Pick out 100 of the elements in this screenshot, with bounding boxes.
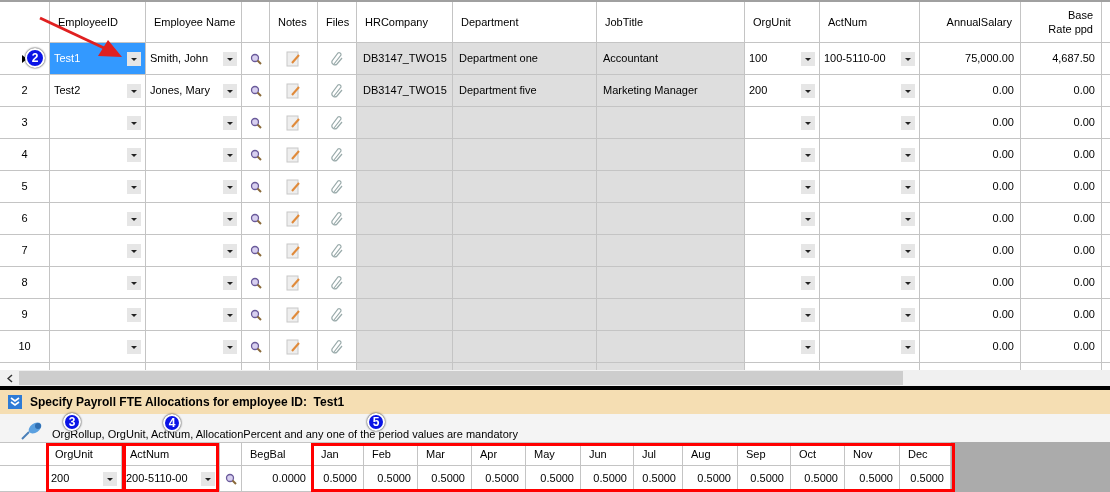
column-header[interactable]: Department: [453, 2, 597, 43]
search-icon[interactable]: [249, 340, 262, 353]
notes-icon[interactable]: [286, 114, 301, 131]
paperclip-icon[interactable]: [330, 242, 344, 259]
column-header[interactable]: Aug: [683, 442, 738, 466]
combo-box[interactable]: Smith, John: [146, 43, 242, 75]
column-header[interactable]: HRCompany: [357, 2, 453, 43]
notes-icon[interactable]: [286, 210, 301, 227]
notes-icon[interactable]: [286, 178, 301, 195]
paperclip-icon[interactable]: [330, 210, 344, 227]
dropdown-icon[interactable]: [223, 275, 237, 290]
column-header[interactable]: Feb: [364, 442, 418, 466]
search-icon[interactable]: [249, 212, 262, 225]
column-header[interactable]: Jul: [634, 442, 683, 466]
dropdown-icon[interactable]: [801, 147, 815, 162]
search-icon[interactable]: [249, 84, 262, 97]
dropdown-icon[interactable]: [223, 211, 237, 226]
notes-icon[interactable]: [286, 146, 301, 163]
column-header[interactable]: Files: [318, 2, 357, 43]
collapse-icon[interactable]: [8, 395, 22, 409]
column-header[interactable]: [220, 442, 242, 466]
combo-box[interactable]: 200: [745, 75, 820, 107]
notes-icon[interactable]: [286, 274, 301, 291]
dropdown-icon[interactable]: [223, 147, 237, 162]
paperclip-icon[interactable]: [330, 306, 344, 323]
dropdown-icon[interactable]: [201, 471, 215, 486]
row-header[interactable]: 3: [0, 107, 50, 139]
dropdown-icon[interactable]: [801, 83, 815, 98]
column-header[interactable]: EmployeeID: [50, 2, 146, 43]
column-header[interactable]: Notes: [270, 2, 318, 43]
dropdown-icon[interactable]: [223, 83, 237, 98]
combo-box[interactable]: Test2: [50, 75, 146, 107]
row-header[interactable]: 8: [0, 267, 50, 299]
dropdown-icon[interactable]: [223, 51, 237, 66]
column-header[interactable]: Jun: [581, 442, 634, 466]
column-header[interactable]: Base Rate ppd: [1021, 2, 1102, 43]
column-header[interactable]: AnnualSalary: [920, 2, 1021, 43]
column-header[interactable]: [0, 442, 47, 466]
dropdown-icon[interactable]: [901, 211, 915, 226]
row-header[interactable]: 9: [0, 299, 50, 331]
paperclip-icon[interactable]: [330, 50, 344, 67]
search-icon[interactable]: [224, 472, 237, 485]
dropdown-icon[interactable]: [801, 211, 815, 226]
row-header[interactable]: 7: [0, 235, 50, 267]
dropdown-icon[interactable]: [223, 339, 237, 354]
dropdown-icon[interactable]: [801, 307, 815, 322]
column-header[interactable]: OrgUnit: [745, 2, 820, 43]
notes-icon[interactable]: [286, 50, 301, 67]
dropdown-icon[interactable]: [127, 243, 141, 258]
paperclip-icon[interactable]: [330, 146, 344, 163]
dropdown-icon[interactable]: [801, 115, 815, 130]
dropdown-icon[interactable]: [127, 147, 141, 162]
dropdown-icon[interactable]: [127, 83, 141, 98]
dropdown-icon[interactable]: [801, 275, 815, 290]
dropdown-icon[interactable]: [801, 179, 815, 194]
column-header[interactable]: May: [526, 442, 581, 466]
dropdown-icon[interactable]: [127, 307, 141, 322]
dropdown-icon[interactable]: [901, 179, 915, 194]
search-icon[interactable]: [249, 276, 262, 289]
row-header[interactable]: 10: [0, 331, 50, 363]
dropdown-icon[interactable]: [223, 307, 237, 322]
dropdown-icon[interactable]: [901, 115, 915, 130]
search-icon[interactable]: [249, 308, 262, 321]
scrollbar-thumb[interactable]: [19, 371, 903, 385]
column-header[interactable]: Employee Name: [146, 2, 242, 43]
column-header[interactable]: Oct: [791, 442, 845, 466]
dropdown-icon[interactable]: [127, 275, 141, 290]
row-header[interactable]: 6: [0, 203, 50, 235]
search-icon[interactable]: [249, 148, 262, 161]
dropdown-icon[interactable]: [801, 51, 815, 66]
dropdown-icon[interactable]: [901, 307, 915, 322]
paperclip-icon[interactable]: [330, 178, 344, 195]
dropdown-icon[interactable]: [901, 339, 915, 354]
column-header[interactable]: Sep: [738, 442, 791, 466]
dropdown-icon[interactable]: [901, 83, 915, 98]
dropdown-icon[interactable]: [901, 51, 915, 66]
column-header[interactable]: Dec: [900, 442, 951, 466]
dropdown-icon[interactable]: [223, 115, 237, 130]
dropdown-icon[interactable]: [901, 147, 915, 162]
scroll-left-icon[interactable]: [7, 373, 13, 383]
paperclip-icon[interactable]: [330, 114, 344, 131]
column-header[interactable]: Nov: [845, 442, 900, 466]
notes-icon[interactable]: [286, 338, 301, 355]
dropdown-icon[interactable]: [127, 179, 141, 194]
row-header[interactable]: 5: [0, 171, 50, 203]
combo-box[interactable]: 100: [745, 43, 820, 75]
column-header[interactable]: BegBal: [242, 442, 313, 466]
dropdown-icon[interactable]: [103, 471, 117, 486]
search-icon[interactable]: [249, 52, 262, 65]
search-icon[interactable]: [249, 244, 262, 257]
combo-box[interactable]: Jones, Mary: [146, 75, 242, 107]
dropdown-icon[interactable]: [127, 51, 141, 66]
row-header[interactable]: 2: [0, 75, 50, 107]
current-row-icon[interactable]: [22, 54, 27, 63]
column-header[interactable]: Apr: [472, 442, 526, 466]
search-icon[interactable]: [249, 180, 262, 193]
row-header[interactable]: 4: [0, 139, 50, 171]
column-header[interactable]: ActNum: [820, 2, 920, 43]
column-header[interactable]: [242, 2, 270, 43]
notes-icon[interactable]: [286, 306, 301, 323]
